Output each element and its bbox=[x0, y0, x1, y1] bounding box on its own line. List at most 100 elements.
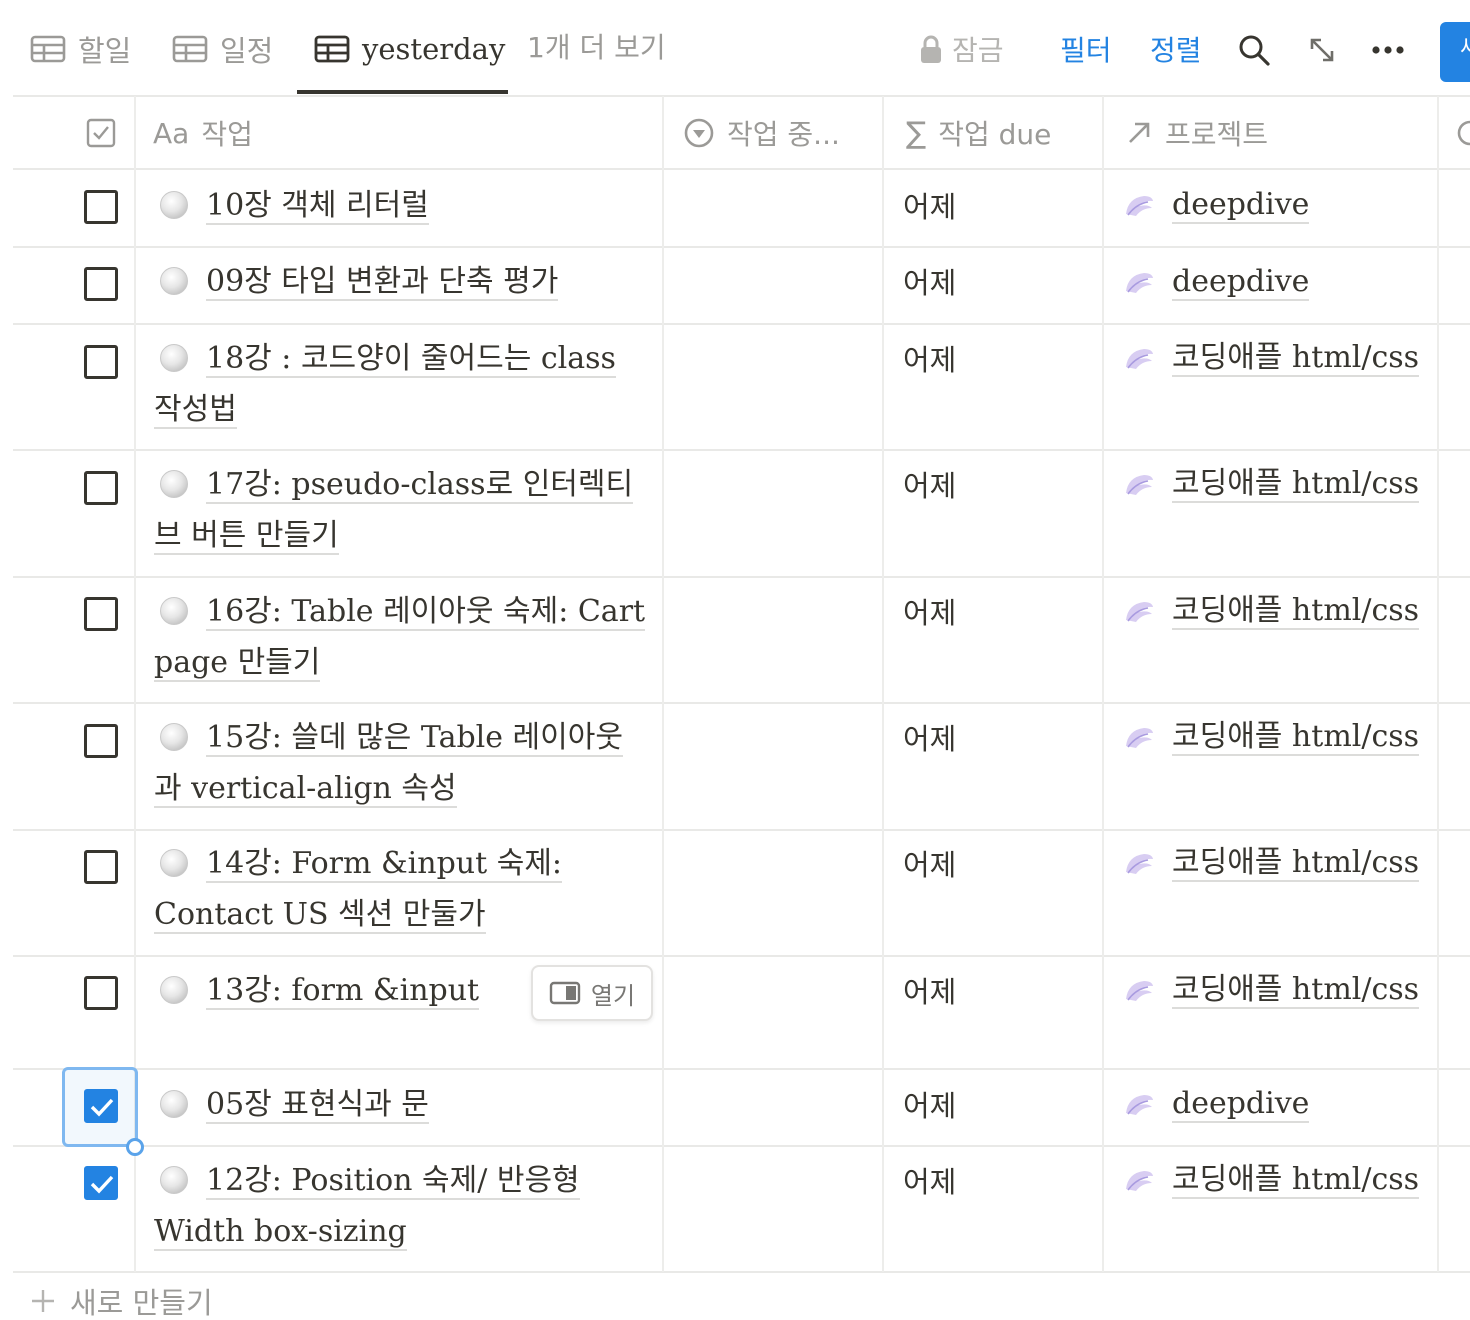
page-icon bbox=[160, 723, 188, 751]
divider bbox=[13, 168, 1470, 170]
row-checkbox[interactable] bbox=[84, 190, 118, 224]
task-title-cell[interactable]: 18강 : 코드양이 줄어드는 class 작성법 bbox=[154, 333, 646, 435]
project-link[interactable]: deepdive bbox=[1172, 187, 1310, 224]
table-icon bbox=[314, 35, 350, 63]
row-checkbox[interactable] bbox=[84, 850, 118, 884]
tab-todo[interactable]: 할일 bbox=[30, 24, 131, 74]
task-title-cell[interactable]: 09장 타입 변환과 단축 평가 bbox=[154, 256, 646, 307]
new-button[interactable]: 새 bbox=[1440, 22, 1470, 82]
project-cell[interactable]: 코딩애플 html/css bbox=[1122, 457, 1422, 510]
search-icon bbox=[1239, 35, 1270, 66]
project-link[interactable]: 코딩애플 html/css bbox=[1172, 466, 1420, 503]
divider bbox=[13, 829, 1470, 831]
project-cell[interactable]: deepdive bbox=[1122, 255, 1422, 308]
project-cell[interactable]: deepdive bbox=[1122, 1077, 1422, 1130]
header-project[interactable]: 프로젝트 bbox=[1125, 98, 1268, 168]
due-value: 어제 bbox=[903, 266, 957, 300]
formula-property-icon: ∑ bbox=[906, 115, 927, 151]
page-icon bbox=[160, 470, 188, 498]
task-title[interactable]: 09장 타입 변환과 단축 평가 bbox=[206, 264, 559, 301]
add-new-row-button[interactable]: 새로 만들기 bbox=[30, 1280, 213, 1320]
due-value: 어제 bbox=[903, 343, 957, 377]
row-checkbox[interactable] bbox=[84, 267, 118, 301]
due-value: 어제 bbox=[903, 596, 957, 630]
add-new-row-label: 새로 만들기 bbox=[70, 1286, 213, 1320]
task-title-cell[interactable]: 05장 표현식과 문 bbox=[154, 1079, 646, 1130]
row-checkbox[interactable] bbox=[84, 471, 118, 505]
row-checkbox[interactable] bbox=[84, 597, 118, 631]
row-checkbox-checked[interactable] bbox=[84, 1166, 118, 1200]
task-title[interactable]: 18강 : 코드양이 줄어드는 class 작성법 bbox=[154, 341, 616, 429]
project-link[interactable]: 코딩애플 html/css bbox=[1172, 845, 1420, 882]
side-peek-icon bbox=[549, 981, 581, 1005]
task-title-cell[interactable]: 16강: Table 레이아웃 숙제: Cart page 만들기 bbox=[154, 586, 646, 688]
task-title-cell[interactable]: 12강: Position 숙제/ 반응형 Width box-sizing bbox=[154, 1155, 646, 1257]
search-button[interactable] bbox=[1236, 30, 1272, 70]
task-title[interactable]: 05장 표현식과 문 bbox=[206, 1087, 429, 1124]
project-cell[interactable]: 코딩애플 html/css bbox=[1122, 710, 1422, 763]
divider bbox=[13, 1068, 1470, 1070]
task-title[interactable]: 16강: Table 레이아웃 숙제: Cart page 만들기 bbox=[154, 594, 646, 682]
more-views-link[interactable]: 1개 더 보기 bbox=[527, 26, 666, 66]
clock-icon bbox=[1457, 120, 1470, 146]
lock-icon bbox=[921, 35, 941, 63]
row-checkbox[interactable] bbox=[84, 976, 118, 1010]
shell-icon bbox=[1126, 1171, 1153, 1191]
task-title[interactable]: 12강: Position 숙제/ 반응형 Width box-sizing bbox=[154, 1163, 580, 1251]
task-title[interactable]: 13강: form &input bbox=[206, 973, 480, 1010]
row-checkbox[interactable] bbox=[84, 345, 118, 379]
filter-button[interactable]: 필터 bbox=[1060, 24, 1112, 74]
project-link[interactable]: deepdive bbox=[1172, 264, 1310, 301]
header-due[interactable]: ∑ 작업 due bbox=[906, 98, 1051, 168]
task-title[interactable]: 15강: 쓸데 많은 Table 레이아웃과 vertical-align 속성 bbox=[154, 720, 623, 808]
task-title[interactable]: 10장 객체 리터럴 bbox=[206, 188, 429, 225]
header-due-label: 작업 due bbox=[938, 118, 1052, 151]
header-next-column[interactable] bbox=[1456, 98, 1470, 168]
task-title-cell[interactable]: 15강: 쓸데 많은 Table 레이아웃과 vertical-align 속성 bbox=[154, 712, 646, 814]
project-link[interactable]: deepdive bbox=[1172, 1086, 1310, 1123]
header-checkbox-column[interactable] bbox=[86, 98, 116, 168]
expand-button[interactable] bbox=[1304, 30, 1340, 70]
tab-yesterday[interactable]: yesterday bbox=[314, 24, 505, 74]
header-task[interactable]: Aa 작업 bbox=[153, 98, 253, 168]
task-title[interactable]: 14강: Form &input 숙제: Contact US 섹션 만둘가 bbox=[154, 846, 563, 934]
more-options-button[interactable] bbox=[1370, 30, 1406, 70]
task-title-cell[interactable]: 17강: pseudo-class로 인터렉티브 버튼 만들기 bbox=[154, 459, 646, 561]
more-horizontal-icon bbox=[1372, 46, 1404, 54]
project-link[interactable]: 코딩애플 html/css bbox=[1172, 593, 1420, 630]
divider bbox=[13, 1271, 1470, 1273]
tab-label: 할일 bbox=[78, 34, 132, 68]
tab-schedule[interactable]: 일정 bbox=[172, 24, 273, 74]
task-title-cell[interactable]: 14강: Form &input 숙제: Contact US 섹션 만둘가 bbox=[154, 838, 646, 940]
page-icon bbox=[160, 597, 188, 625]
selection-fill-handle[interactable] bbox=[126, 1138, 144, 1156]
header-status[interactable]: 작업 중... bbox=[683, 98, 840, 168]
sort-button[interactable]: 정렬 bbox=[1150, 24, 1202, 74]
row-checkbox-checked[interactable] bbox=[84, 1089, 118, 1123]
project-cell[interactable]: 코딩애플 html/css bbox=[1122, 331, 1422, 384]
tab-label: yesterday bbox=[362, 32, 506, 66]
task-title[interactable]: 17강: pseudo-class로 인터렉티브 버튼 만들기 bbox=[154, 467, 634, 555]
row-checkbox[interactable] bbox=[84, 724, 118, 758]
shell-icon bbox=[1126, 602, 1153, 622]
task-title-cell[interactable]: 13강: form &input bbox=[154, 965, 524, 1016]
project-link[interactable]: 코딩애플 html/css bbox=[1172, 1162, 1420, 1199]
shell-icon bbox=[1126, 728, 1153, 748]
page-icon bbox=[160, 267, 188, 295]
task-title-cell[interactable]: 10장 객체 리터럴 bbox=[154, 180, 646, 231]
project-link[interactable]: 코딩애플 html/css bbox=[1172, 972, 1420, 1009]
checkmark-icon bbox=[90, 1175, 114, 1194]
shell-icon bbox=[1126, 349, 1153, 369]
project-link[interactable]: 코딩애플 html/css bbox=[1172, 340, 1420, 377]
project-cell[interactable]: deepdive bbox=[1122, 178, 1422, 231]
open-page-button[interactable]: 열기 bbox=[531, 965, 653, 1021]
shell-icon bbox=[1126, 854, 1153, 874]
lock-button[interactable]: 잠금 bbox=[920, 24, 1004, 74]
project-cell[interactable]: 코딩애플 html/css bbox=[1122, 963, 1422, 1016]
project-cell[interactable]: 코딩애플 html/css bbox=[1122, 836, 1422, 889]
divider bbox=[13, 323, 1470, 325]
project-cell[interactable]: 코딩애플 html/css bbox=[1122, 1153, 1422, 1206]
column-divider bbox=[662, 96, 664, 1272]
project-cell[interactable]: 코딩애플 html/css bbox=[1122, 584, 1422, 637]
project-link[interactable]: 코딩애플 html/css bbox=[1172, 719, 1420, 756]
